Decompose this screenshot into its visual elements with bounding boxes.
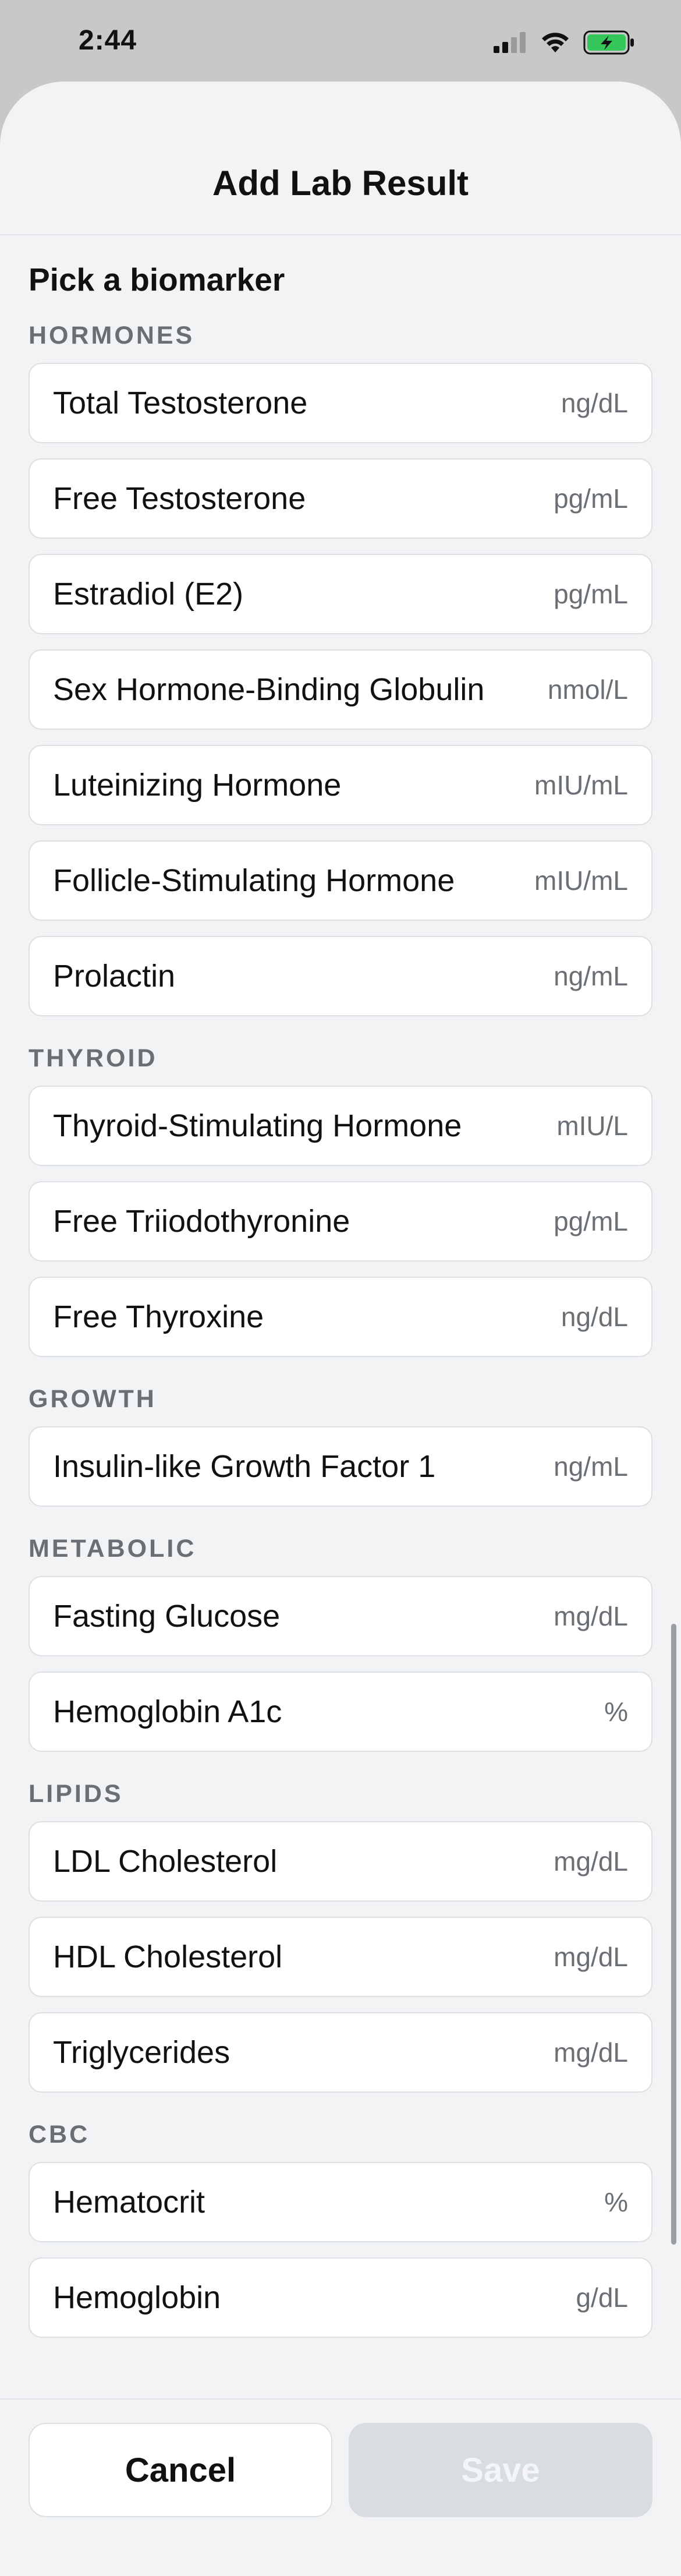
biomarker-row[interactable]: Estradiol (E2) pg/mL [29,554,652,634]
biomarker-list[interactable]: Pick a biomarker HORMONES Total Testoster… [0,261,681,2338]
biomarker-unit: pg/mL [554,483,628,514]
biomarker-row[interactable]: Free Triiodothyronine pg/mL [29,1181,652,1262]
save-button[interactable]: Save [349,2423,652,2517]
biomarker-unit: mg/dL [554,2037,628,2068]
biomarker-row[interactable]: Hematocrit% [29,2162,652,2242]
biomarker-name: Sex Hormone-Binding Globulin [53,672,485,707]
biomarker-name: Free Testosterone [53,481,306,516]
biomarker-unit: % [604,1697,628,1727]
biomarker-unit: pg/mL [554,1206,628,1236]
scroll-indicator[interactable] [671,1624,676,2245]
biomarker-row[interactable]: Free Thyroxine ng/dL [29,1277,652,1357]
section-label-metabolic: METABOLIC [29,1535,197,1563]
cancel-button[interactable]: Cancel [29,2423,332,2517]
biomarker-row[interactable]: Hemoglobin A1c% [29,1672,652,1752]
biomarker-row[interactable]: Free Testosterone pg/mL [29,458,652,539]
biomarker-unit: pg/mL [554,579,628,609]
biomarker-unit: g/dL [576,2282,628,2313]
biomarker-row[interactable]: Total Testosterone ng/dL [29,363,652,443]
biomarker-row[interactable]: LDL Cholesterol mg/dL [29,1821,652,1902]
biomarker-row[interactable]: Sex Hormone-Binding Globulin nmol/L [29,649,652,730]
biomarker-unit: % [604,2187,628,2217]
biomarker-name: Hematocrit [53,2185,205,2220]
wifi-icon [542,33,569,52]
biomarker-unit: mg/dL [554,1942,628,1972]
biomarker-name: Hemoglobin A1c [53,1694,282,1729]
biomarker-name: Free Triiodothyronine [53,1204,350,1239]
biomarker-name: Hemoglobin [53,2280,221,2315]
cellular-signal-icon [494,32,526,53]
battery-charging-icon [583,30,634,55]
biomarker-row[interactable]: Hemoglobin g/dL [29,2257,652,2338]
biomarker-name: Fasting Glucose [53,1599,281,1634]
biomarker-row[interactable]: Luteinizing Hormone mIU/mL [29,745,652,825]
biomarker-name: Estradiol (E2) [53,577,244,612]
biomarker-row[interactable]: Triglycerides mg/dL [29,2012,652,2093]
section-label-thyroid: THYROID [29,1044,158,1072]
sheet-header: Add Lab Result [0,82,681,235]
biomarker-unit: mIU/mL [534,865,628,896]
biomarker-unit: mIU/L [556,1111,628,1141]
biomarker-row[interactable]: Prolactin ng/mL [29,936,652,1016]
biomarker-unit: ng/mL [554,1451,628,1482]
biomarker-row[interactable]: Fasting Glucose mg/dL [29,1576,652,1656]
biomarker-unit: ng/mL [554,961,628,991]
biomarker-name: Total Testosterone [53,386,308,421]
section-label-hormones: HORMONES [29,321,195,349]
section-label-cbc: CBC [29,2121,90,2149]
biomarker-name: Prolactin [53,959,176,994]
biomarker-unit: mg/dL [554,1601,628,1631]
section-label-growth: GROWTH [29,1385,157,1413]
sheet-title: Add Lab Result [212,164,469,203]
biomarker-row[interactable]: Thyroid-Stimulating Hormone mIU/L [29,1086,652,1166]
biomarker-groups: HORMONES Total Testosterone ng/dL Free Test… [29,321,652,2338]
biomarker-name: LDL Cholesterol [53,1844,278,1879]
add-lab-result-sheet: Add Lab Result Pick a biomarker HORMONES… [0,82,681,2575]
biomarker-unit: nmol/L [547,674,628,705]
biomarker-name: HDL Cholesterol [53,1939,283,1974]
biomarker-unit: mIU/mL [534,770,628,800]
biomarker-unit: ng/dL [561,1302,628,1332]
biomarker-name: Free Thyroxine [53,1299,264,1334]
biomarker-row[interactable]: Follicle-Stimulating Hormone mIU/mL [29,840,652,921]
status-time: 2:44 [79,25,137,56]
biomarker-row[interactable]: HDL Cholesterol mg/dL [29,1917,652,1997]
biomarker-name: Insulin-like Growth Factor 1 [53,1449,436,1484]
status-bar: 2:44 [0,0,681,82]
biomarker-name: Triglycerides [53,2035,230,2070]
section-label-lipids: LIPIDS [29,1780,123,1808]
footer-actions: Cancel Save [0,2398,681,2576]
status-icons [494,30,636,55]
pick-biomarker-label: Pick a biomarker [29,262,285,298]
biomarker-name: Follicle-Stimulating Hormone [53,863,455,898]
biomarker-unit: ng/dL [561,388,628,418]
biomarker-row[interactable]: Insulin-like Growth Factor 1 ng/mL [29,1426,652,1507]
biomarker-unit: mg/dL [554,1846,628,1877]
biomarker-name: Luteinizing Hormone [53,768,342,803]
biomarker-name: Thyroid-Stimulating Hormone [53,1108,462,1143]
